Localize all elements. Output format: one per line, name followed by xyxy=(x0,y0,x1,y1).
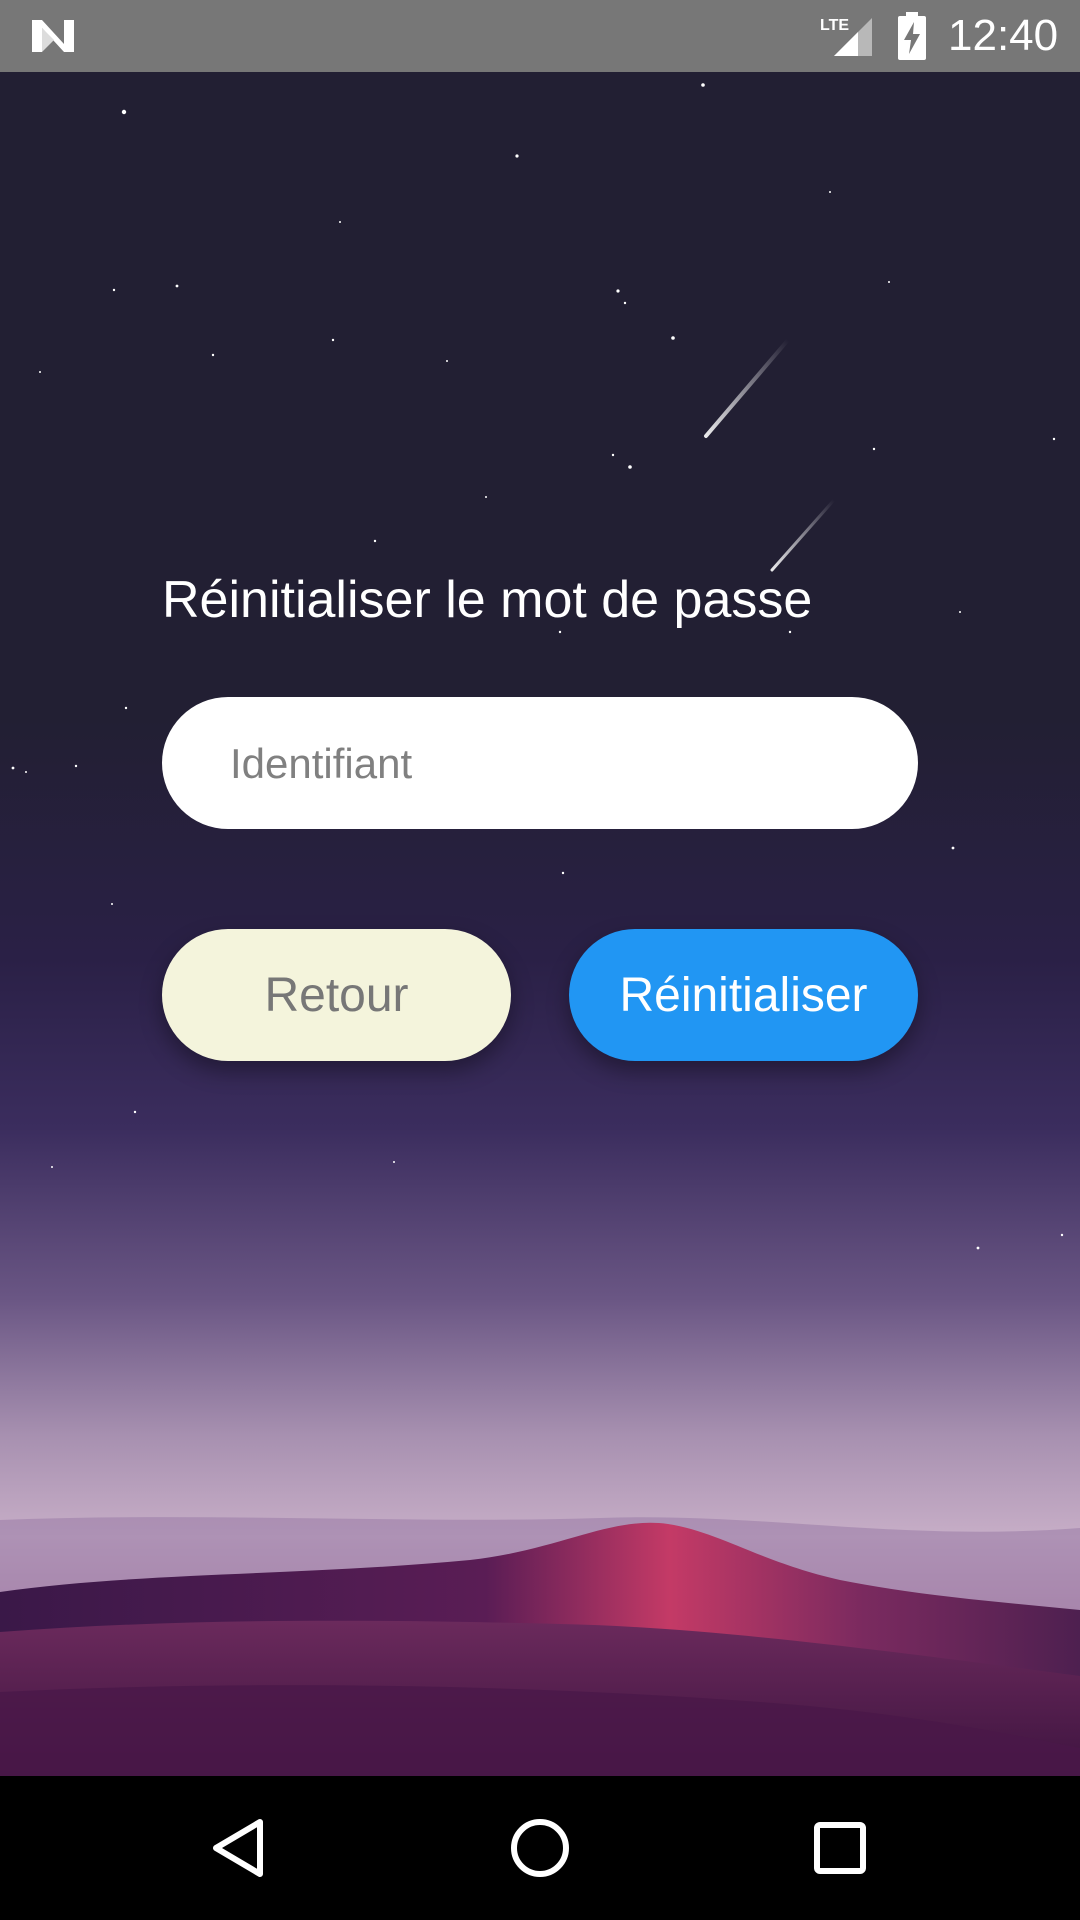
clock: 12:40 xyxy=(948,11,1059,60)
recents-square-icon[interactable] xyxy=(790,1798,890,1898)
reset-button[interactable]: Réinitialiser xyxy=(569,929,918,1061)
home-circle-icon[interactable] xyxy=(490,1798,590,1898)
screen: LTE 12:40 Réinitialiser le mot de passe … xyxy=(0,0,1080,1920)
n-logo-icon xyxy=(32,20,74,52)
back-button[interactable]: Retour xyxy=(162,929,511,1061)
svg-text:LTE: LTE xyxy=(820,17,849,34)
shooting-star xyxy=(704,338,790,438)
navigation-bar xyxy=(0,1776,1080,1920)
lte-signal-icon: LTE xyxy=(820,17,872,56)
identifier-field-container[interactable] xyxy=(162,697,918,831)
battery-charging-icon xyxy=(898,12,926,60)
status-bar: LTE 12:40 xyxy=(0,0,1080,72)
identifier-input[interactable] xyxy=(228,697,882,831)
page-title: Réinitialiser le mot de passe xyxy=(162,571,813,629)
stars xyxy=(11,83,1064,1250)
back-triangle-icon[interactable] xyxy=(190,1798,290,1898)
night-desert-background xyxy=(0,83,1080,1776)
background xyxy=(0,72,1080,1776)
shooting-star xyxy=(770,498,836,572)
